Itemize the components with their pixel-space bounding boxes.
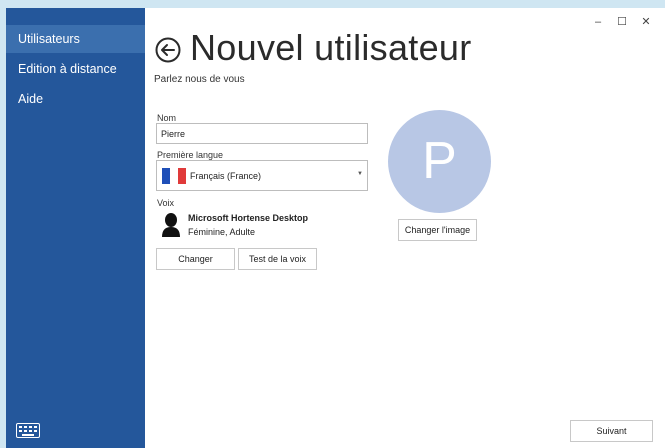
change-voice-button[interactable]: Changer	[156, 248, 235, 270]
chevron-down-icon: ▼	[357, 171, 363, 177]
close-icon: ✕	[641, 16, 651, 28]
avatar: P	[388, 110, 491, 213]
name-label: Nom	[157, 113, 177, 123]
name-field[interactable]	[156, 123, 368, 144]
test-voice-button[interactable]: Test de la voix	[238, 248, 317, 270]
app-window: Utilisateurs Edition à distance Aide – ☐…	[6, 8, 665, 448]
sidebar: Utilisateurs Edition à distance Aide	[6, 8, 145, 448]
language-select[interactable]: Français (France) ▼	[156, 160, 368, 191]
minimize-icon: –	[594, 16, 602, 28]
minimize-button[interactable]: –	[588, 14, 608, 30]
avatar-letter: P	[422, 132, 457, 190]
sidebar-item-utilisateurs[interactable]: Utilisateurs	[6, 25, 145, 53]
maximize-icon: ☐	[617, 16, 627, 28]
close-button[interactable]: ✕	[636, 14, 656, 30]
next-button[interactable]: Suivant	[570, 420, 653, 442]
sidebar-item-label: Aide	[18, 92, 44, 106]
voice-label: Voix	[157, 198, 175, 208]
change-image-button[interactable]: Changer l'image	[398, 219, 477, 241]
page-subtitle: Parlez nous de vous	[154, 74, 245, 85]
keyboard-icon[interactable]	[16, 423, 40, 438]
sidebar-item-label: Utilisateurs	[18, 32, 80, 46]
page-title: Nouvel utilisateur	[190, 27, 472, 68]
sidebar-item-edition-a-distance[interactable]: Edition à distance	[6, 55, 145, 83]
maximize-button[interactable]: ☐	[612, 14, 632, 30]
language-label: Première langue	[157, 150, 224, 160]
back-arrow-icon[interactable]	[155, 37, 181, 63]
female-person-icon	[162, 213, 180, 237]
voice-name: Microsoft Hortense Desktop	[188, 213, 309, 223]
sidebar-item-aide[interactable]: Aide	[6, 85, 145, 113]
voice-description: Féminine, Adulte	[188, 227, 256, 237]
sidebar-item-label: Edition à distance	[18, 62, 117, 76]
language-selected-value: Français (France)	[190, 171, 262, 181]
france-flag-icon	[162, 168, 186, 184]
